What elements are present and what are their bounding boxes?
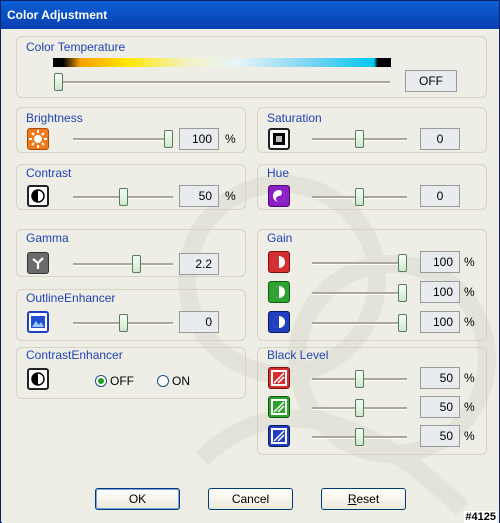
gain-blue-unit: % [464, 315, 475, 329]
saturation-icon [268, 128, 290, 150]
black-level-panel: Black Level 50 % 50 % 50 % [257, 347, 487, 455]
gain-blue-track [312, 322, 407, 325]
gamma-value: 2.2 [179, 253, 219, 275]
gain-green-track [312, 292, 407, 295]
color-temperature-track [54, 81, 390, 84]
contrast-panel: Contrast 50 % [16, 164, 246, 210]
black-level-red-value: 50 [420, 367, 460, 389]
gain-red-track [312, 262, 407, 265]
cancel-button[interactable]: Cancel [208, 488, 293, 510]
contrast-enhancer-on-label[interactable]: ON [172, 374, 190, 388]
black-level-green-value: 50 [420, 396, 460, 418]
saturation-slider[interactable] [355, 130, 364, 148]
saturation-value: 0 [420, 128, 460, 150]
contrast-enhancer-off-label[interactable]: OFF [110, 374, 134, 388]
contrast-value: 50 [179, 185, 219, 207]
black-level-red-slider[interactable] [355, 370, 364, 388]
outline-enhancer-label: OutlineEnhancer [26, 291, 116, 305]
color-temperature-value: OFF [405, 70, 457, 92]
gain-label: Gain [267, 231, 293, 245]
sun-icon [27, 128, 49, 150]
gain-red-value: 100 [420, 251, 460, 273]
color-adjustment-window: Color Adjustment Color Temperature OFF B… [0, 0, 500, 523]
image-watermark: #4125 [464, 511, 497, 523]
dialog-body: Color Temperature OFF Brightness 100 % C… [2, 29, 499, 523]
black-level-green-slider[interactable] [355, 399, 364, 417]
black-level-red-unit: % [464, 371, 475, 385]
gamma-panel: Gamma 2.2 [16, 229, 246, 277]
reset-button[interactable]: Reset [321, 488, 406, 510]
window-title: Color Adjustment [1, 1, 499, 29]
gain-green-unit: % [464, 285, 475, 299]
gain-panel: Gain 100 % 100 % 100 % [257, 229, 487, 341]
gain-green-value: 100 [420, 281, 460, 303]
black-level-green-icon [268, 396, 290, 418]
color-temperature-slider[interactable] [54, 73, 63, 91]
black-level-blue-unit: % [464, 429, 475, 443]
ok-button[interactable]: OK [95, 488, 180, 510]
brightness-panel: Brightness 100 % [16, 107, 246, 153]
black-level-blue-value: 50 [420, 425, 460, 447]
contrast-enhancer-label: ContrastEnhancer [26, 348, 123, 362]
contrast-enhancer-on-radio[interactable] [157, 375, 169, 387]
gain-blue-value: 100 [420, 311, 460, 333]
color-temperature-panel: Color Temperature OFF [16, 36, 487, 98]
gamma-track [73, 263, 173, 266]
contrast-unit: % [225, 189, 236, 203]
brightness-slider[interactable] [164, 130, 173, 148]
black-level-blue-slider[interactable] [355, 428, 364, 446]
hue-slider[interactable] [355, 188, 364, 206]
gain-red-slider[interactable] [398, 254, 407, 272]
contrast-slider[interactable] [118, 188, 128, 206]
color-temperature-label: Color Temperature [26, 40, 126, 54]
gain-blue-slider[interactable] [398, 314, 407, 332]
black-level-red-icon [268, 367, 290, 389]
gain-green-slider[interactable] [398, 284, 407, 302]
gain-red-unit: % [464, 255, 475, 269]
gain-blue-icon [268, 311, 290, 333]
saturation-label: Saturation [267, 111, 322, 125]
contrast-enhancer-panel: ContrastEnhancer OFF ON [16, 347, 246, 399]
brightness-unit: % [225, 132, 236, 146]
color-temperature-gradient [53, 58, 391, 67]
outline-enhancer-slider[interactable] [118, 314, 128, 332]
hue-icon [268, 185, 290, 207]
contrast-label: Contrast [26, 166, 72, 180]
brightness-label: Brightness [26, 111, 83, 125]
contrast-enhancer-icon [27, 368, 49, 390]
saturation-panel: Saturation 0 [257, 107, 487, 153]
gamma-icon [27, 252, 49, 274]
brightness-track [73, 138, 173, 141]
black-level-blue-icon [268, 425, 290, 447]
brightness-value: 100 [179, 128, 219, 150]
gamma-label: Gamma [26, 231, 69, 245]
hue-label: Hue [267, 166, 290, 180]
gain-red-icon [268, 251, 290, 273]
gain-green-icon [268, 281, 290, 303]
outline-enhancer-value: 0 [179, 311, 219, 333]
contrast-icon [27, 185, 49, 207]
gamma-slider[interactable] [132, 255, 142, 273]
contrast-enhancer-off-radio[interactable] [95, 375, 107, 387]
black-level-label: Black Level [267, 348, 329, 362]
hue-panel: Hue 0 [257, 164, 487, 210]
hue-value: 0 [420, 185, 460, 207]
outline-enhancer-panel: OutlineEnhancer 0 [16, 289, 246, 341]
outline-enhancer-icon [27, 311, 49, 333]
black-level-green-unit: % [464, 400, 475, 414]
